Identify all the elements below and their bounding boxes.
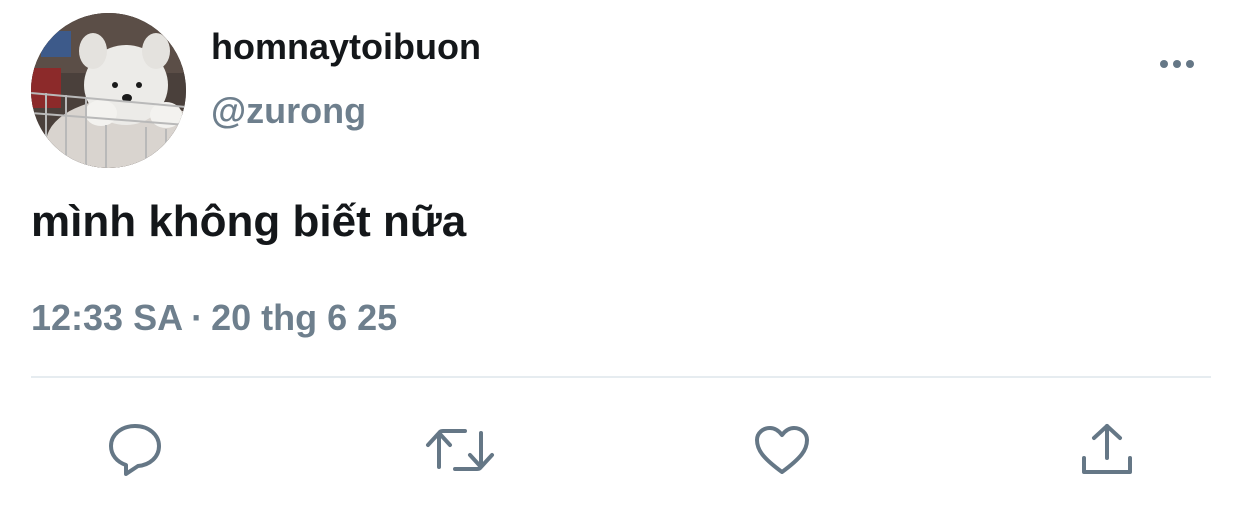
- reply-button[interactable]: [103, 418, 167, 482]
- tweet-time: 12:33 SA: [31, 297, 184, 338]
- tweet-card: homnaytoibuon @zurong mình không biết nữ…: [0, 0, 1242, 519]
- share-upload-icon: [1082, 424, 1132, 474]
- reply-bubble-icon: [109, 424, 161, 476]
- retweet-icon: [426, 429, 494, 471]
- heart-icon: [755, 426, 809, 474]
- more-horizontal-icon: [1160, 60, 1194, 68]
- tweet-date: 20 thg 6 25: [211, 297, 398, 338]
- divider: [31, 376, 1211, 378]
- tweet-timestamp[interactable]: 12:33 SA · 20 thg 6 25: [31, 296, 397, 340]
- display-name[interactable]: homnaytoibuon: [211, 25, 481, 69]
- tweet-text: mình không biết nữa: [31, 197, 467, 246]
- like-button[interactable]: [750, 418, 814, 482]
- avatar[interactable]: [31, 13, 186, 168]
- user-handle[interactable]: @zurong: [211, 89, 366, 133]
- share-button[interactable]: [1075, 418, 1139, 482]
- timestamp-separator: ·: [191, 297, 204, 338]
- avatar-image: [31, 13, 186, 168]
- more-options-button[interactable]: [1152, 44, 1206, 84]
- retweet-button[interactable]: [424, 418, 496, 482]
